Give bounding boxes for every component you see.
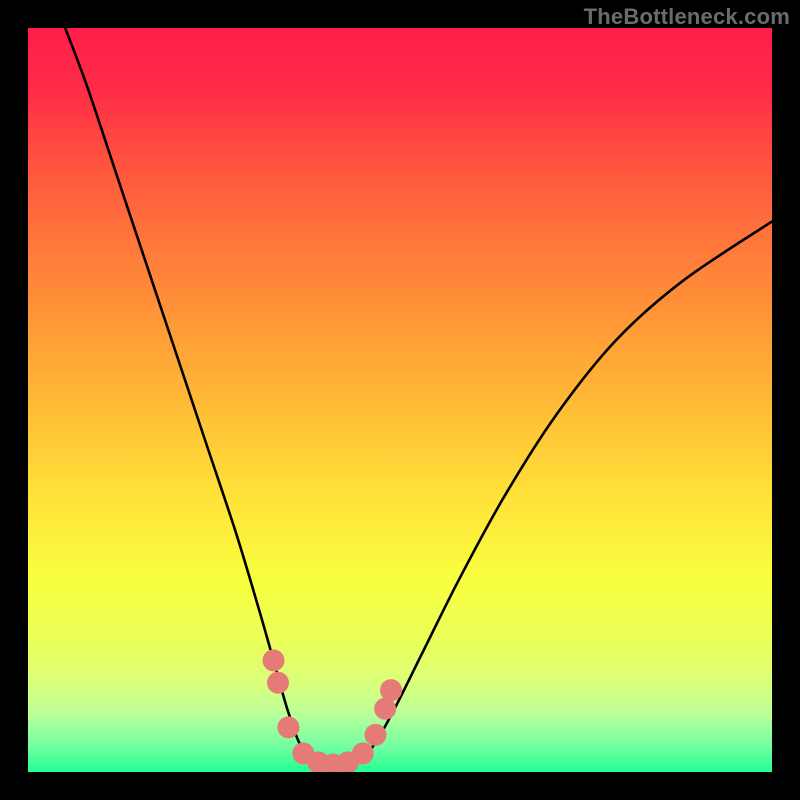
bottleneck-chart (28, 28, 772, 772)
curve-marker (380, 679, 402, 701)
chart-background (28, 28, 772, 772)
curve-marker (277, 716, 299, 738)
curve-marker (352, 742, 374, 764)
curve-marker (267, 672, 289, 694)
curve-marker (263, 649, 285, 671)
curve-marker (374, 698, 396, 720)
watermark-text: TheBottleneck.com (584, 4, 790, 30)
curve-marker (364, 724, 386, 746)
chart-frame (28, 28, 772, 772)
